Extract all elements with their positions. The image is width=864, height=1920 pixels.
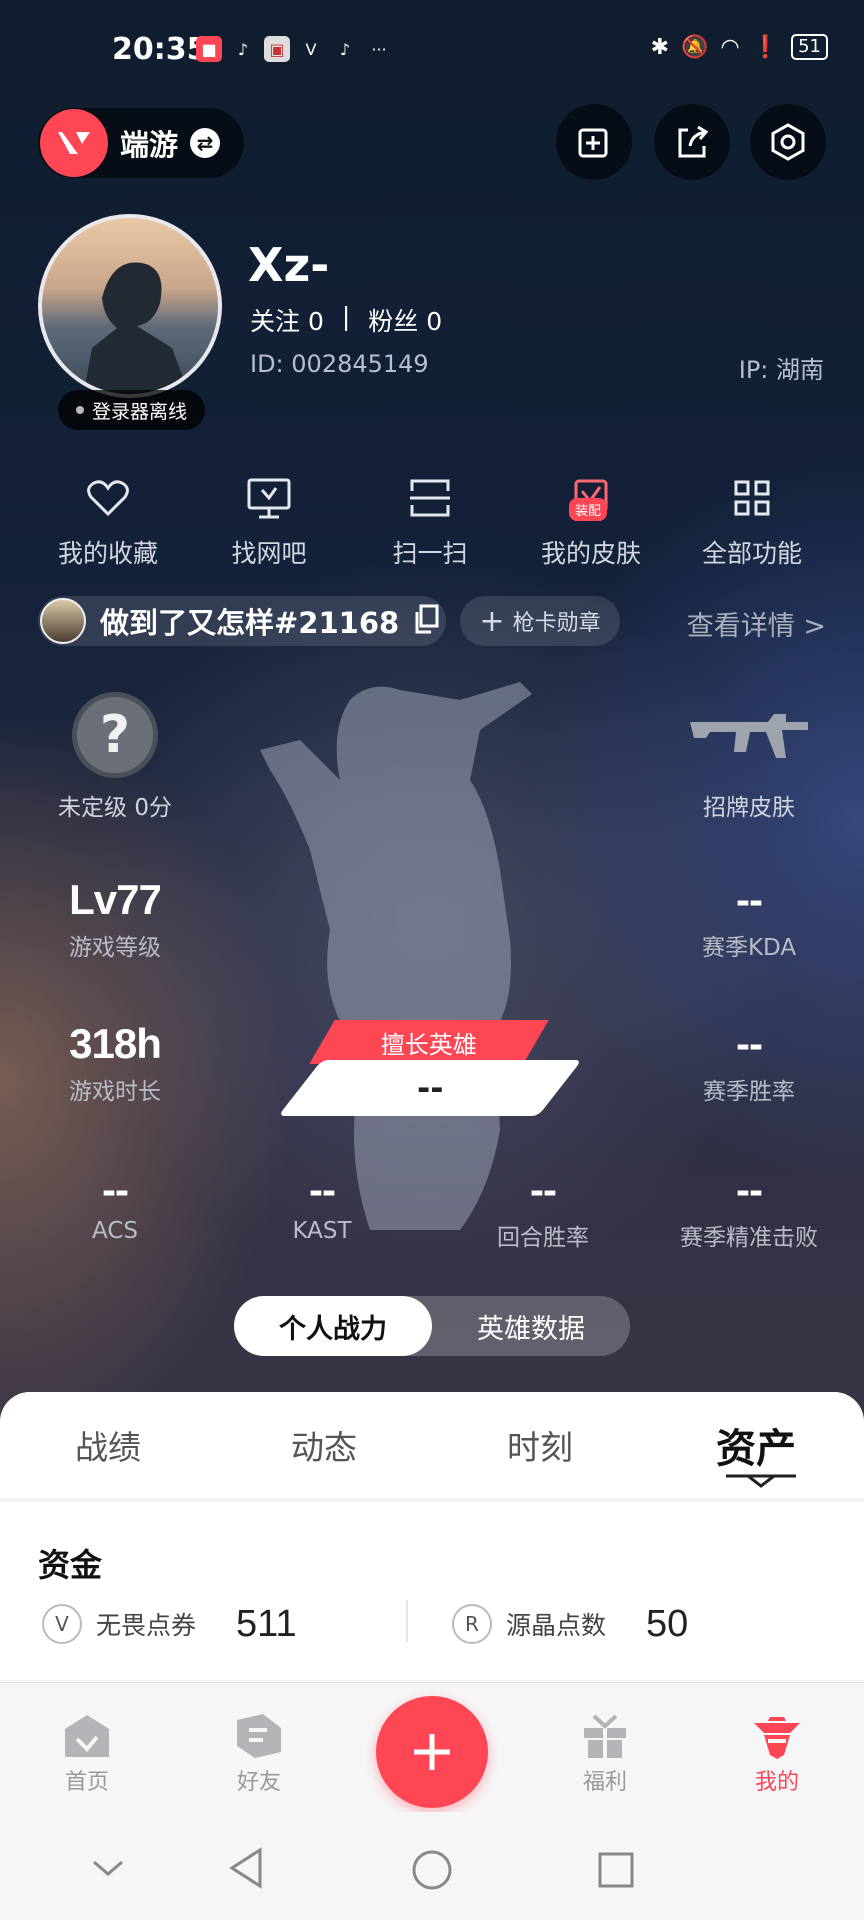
nav-friends[interactable]: 好友 [204,1708,314,1796]
plus-icon [414,1734,450,1770]
copy-icon[interactable] [413,604,441,638]
mute-icon: 🔕 [681,34,709,60]
create-post-button[interactable] [376,1696,488,1808]
unranked-icon: ? [72,692,158,778]
monitor-icon [247,478,291,519]
grid-icon [734,480,770,516]
stat-kast: -- KAST [292,1166,352,1244]
assets-panel [0,1502,864,1680]
tab-assets[interactable]: 资产 [648,1392,864,1498]
plus-icon: + [479,603,505,639]
agent-silhouette [260,682,532,1230]
nav-home[interactable]: 首页 [32,1708,142,1796]
battery-icon: 51 [791,34,828,60]
view-details-link[interactable]: 查看详情 > [687,604,826,643]
nav-me[interactable]: 我的 [722,1708,832,1796]
app-name: 端游 [120,128,179,162]
player-card-avatar [40,598,86,644]
tab-moments[interactable]: 时刻 [432,1392,648,1498]
notification-icons: ■ ♪ ▣ V ♪ ··· [196,36,392,62]
rank-label: 未定级 0分 [58,795,172,821]
radianite-points-icon: R [452,1604,492,1644]
ip-location: IP: 湖南 [738,356,824,384]
stat-round-winrate: -- 回合胜率 [497,1166,589,1251]
function-my-skins[interactable]: 装配 我的皮肤 [531,470,651,570]
gift-icon [584,1714,626,1758]
best-hero-value[interactable]: -- [278,1060,582,1116]
heart-icon [87,480,129,517]
follow-stats: 关注 0 | 粉丝 0 [250,302,442,338]
online-status: 登录器离线 [58,390,206,430]
system-status-icons: ✱ 🔕 ◠ ❗ 51 [651,34,828,60]
asset-radianite: R 源晶点数 50 [452,1596,688,1652]
settings-button[interactable] [750,104,826,180]
function-all[interactable]: 全部功能 [692,470,812,570]
toggle-hero-data[interactable]: 英雄数据 [432,1296,630,1356]
assets-title: 资金 [38,1546,103,1584]
back-icon[interactable] [226,1846,266,1890]
stat-level: Lv77 游戏等级 [69,876,162,961]
toggle-personal[interactable]: 个人战力 [234,1296,432,1356]
divider [406,1600,408,1642]
share-icon [678,125,709,158]
function-internet-cafe[interactable]: 找网吧 [209,470,329,570]
best-hero-tag: 擅长英雄 [309,1020,549,1064]
active-tab-indicator [726,1474,796,1488]
valorant-points-icon: V [42,1604,82,1644]
stat-kda: -- 赛季KDA [701,876,797,961]
bluetooth-icon: ✱ [650,34,670,60]
rifle-icon [690,714,808,758]
game-switcher[interactable]: 端游 ⇄ [38,108,244,178]
friends-icon [237,1714,281,1758]
fans-count[interactable]: 粉丝 0 [368,302,442,338]
function-favorites[interactable]: 我的收藏 [48,470,168,570]
stat-winrate: -- 赛季胜率 [703,1020,795,1105]
swap-icon: ⇄ [190,128,221,158]
settings-hexagon-icon [771,123,805,161]
following-count[interactable]: 关注 0 [250,302,324,338]
stat-precision-kills: -- 赛季精准击败 [680,1166,818,1251]
more-notifications-icon: ··· [371,39,387,59]
equip-badge: 装配 [569,498,608,521]
player-card[interactable]: 做到了又怎样#21168 [38,596,446,646]
tab-record[interactable]: 战绩 [0,1392,216,1498]
agent-profile-icon [754,1717,800,1759]
collapse-icon[interactable] [90,1856,126,1880]
add-card-icon [578,128,608,158]
avatar[interactable] [38,214,222,398]
player-name: 做到了又怎样#21168 [100,606,400,640]
stat-acs: -- ACS [92,1166,138,1244]
valorant-icon: V [305,39,317,59]
tab-activity[interactable]: 动态 [216,1392,432,1498]
separator: | [341,302,351,331]
asset-vp: V 无畏点券 511 [42,1596,297,1652]
data-toggle: 个人战力 英雄数据 [234,1296,630,1356]
username: Xz- [248,238,330,292]
alert-icon: ❗ [751,34,780,60]
box-icon: ▣ [264,36,290,62]
nav-welfare[interactable]: 福利 [550,1708,660,1796]
recents-icon[interactable] [596,1850,636,1890]
profile-tabs: 战绩 动态 时刻 资产 [0,1392,864,1498]
share-button[interactable] [654,104,730,180]
app-notification-icon: ■ [196,36,222,62]
function-scan[interactable]: 扫一扫 [370,470,490,570]
wifi-icon: ◠ [720,34,740,60]
add-card-button[interactable] [556,104,632,180]
home-circle-icon[interactable] [410,1848,454,1892]
signature-skin-label[interactable]: 招牌皮肤 [664,784,834,822]
scan-icon [410,479,450,517]
card-medal-button[interactable]: + 枪卡勋章 [460,596,620,646]
status-time: 20:35 [112,32,208,67]
user-id: ID: 002845149 [250,350,429,378]
tiktok-icon: ♪ [237,39,249,59]
stat-playtime: 318h 游戏时长 [69,1020,162,1105]
valorant-logo-icon [40,109,108,177]
tiktok-icon: ♪ [339,39,351,59]
home-icon [65,1715,109,1757]
status-dot-icon [76,406,84,414]
